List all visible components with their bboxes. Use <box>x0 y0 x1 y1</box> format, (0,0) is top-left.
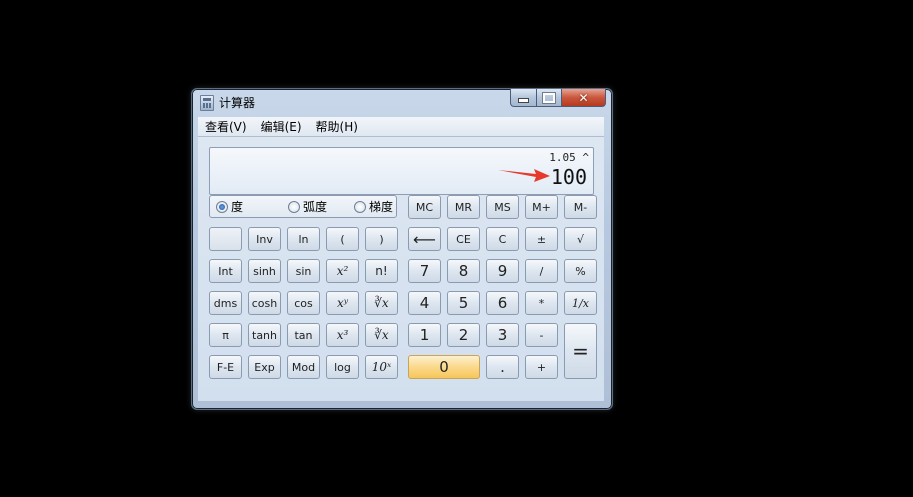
ms-button[interactable]: MS <box>486 195 519 219</box>
window-controls: ✕ <box>510 89 606 107</box>
mc-button[interactable]: MC <box>408 195 441 219</box>
calculator-window: 计算器 ✕ 查看(V) 编辑(E) 帮助(H) 1.05 ^ 100 度 弧度 … <box>191 88 613 410</box>
divide-button[interactable]: / <box>525 259 558 283</box>
equals-button[interactable]: = <box>564 323 597 379</box>
digit-7-button[interactable]: 7 <box>408 259 441 283</box>
c-button[interactable]: C <box>486 227 519 251</box>
percent-button[interactable]: % <box>564 259 597 283</box>
cosh-button[interactable]: cosh <box>248 291 281 315</box>
dms-button[interactable]: dms <box>209 291 242 315</box>
digit-0-button[interactable]: 0 <box>408 355 480 379</box>
close-button[interactable]: ✕ <box>562 89 606 107</box>
digit-5-button[interactable]: 5 <box>447 291 480 315</box>
blank-button <box>209 227 242 251</box>
annotation-arrow-icon <box>498 169 550 182</box>
close-icon: ✕ <box>578 90 589 105</box>
radio-degrees-label: 度 <box>231 200 244 214</box>
maximize-button[interactable] <box>537 89 562 107</box>
maximize-icon <box>542 91 556 104</box>
multiply-button[interactable]: * <box>525 291 558 315</box>
sinh-button[interactable]: sinh <box>248 259 281 283</box>
plus-minus-button[interactable]: ± <box>525 227 558 251</box>
radio-gradians[interactable]: 梯度 <box>354 198 393 215</box>
x-power-y-button[interactable]: xʸ <box>326 291 359 315</box>
digit-2-button[interactable]: 2 <box>447 323 480 347</box>
calculator-body: 1.05 ^ 100 度 弧度 梯度 MC MR MS M+ M- Inv ln… <box>198 137 604 401</box>
expression-display: 1.05 ^ <box>549 151 589 164</box>
sin-button[interactable]: sin <box>287 259 320 283</box>
x-cubed-button[interactable]: x³ <box>326 323 359 347</box>
window-title: 计算器 <box>219 96 256 110</box>
m-plus-button[interactable]: M+ <box>525 195 558 219</box>
decimal-button[interactable]: . <box>486 355 519 379</box>
ln-button[interactable]: ln <box>287 227 320 251</box>
radio-radians[interactable]: 弧度 <box>288 198 354 215</box>
menu-bar: 查看(V) 编辑(E) 帮助(H) <box>198 117 604 137</box>
calculator-icon <box>200 95 214 111</box>
ce-button[interactable]: CE <box>447 227 480 251</box>
m-minus-button[interactable]: M- <box>564 195 597 219</box>
subtract-button[interactable]: - <box>525 323 558 347</box>
pi-button[interactable]: π <box>209 323 242 347</box>
open-paren-button[interactable]: ( <box>326 227 359 251</box>
title-bar[interactable]: 计算器 ✕ <box>192 89 612 114</box>
minimize-button[interactable] <box>510 89 537 107</box>
inv-button[interactable]: Inv <box>248 227 281 251</box>
radio-unselected-icon <box>288 200 300 213</box>
radio-unselected-icon <box>354 200 366 213</box>
ten-power-x-button[interactable]: 10ˣ <box>365 355 398 379</box>
digit-8-button[interactable]: 8 <box>447 259 480 283</box>
sqrt-button[interactable]: √ <box>564 227 597 251</box>
digit-1-button[interactable]: 1 <box>408 323 441 347</box>
menu-edit[interactable]: 编辑(E) <box>254 118 309 135</box>
int-button[interactable]: Int <box>209 259 242 283</box>
y-root-x-button[interactable]: ∛x <box>365 291 398 315</box>
mod-button[interactable]: Mod <box>287 355 320 379</box>
tanh-button[interactable]: tanh <box>248 323 281 347</box>
add-button[interactable]: + <box>525 355 558 379</box>
factorial-button[interactable]: n! <box>365 259 398 283</box>
tan-button[interactable]: tan <box>287 323 320 347</box>
log-button[interactable]: log <box>326 355 359 379</box>
radio-gradians-label: 梯度 <box>369 200 394 214</box>
display-panel: 1.05 ^ 100 <box>209 147 594 195</box>
cos-button[interactable]: cos <box>287 291 320 315</box>
menu-view[interactable]: 查看(V) <box>198 118 254 135</box>
digit-6-button[interactable]: 6 <box>486 291 519 315</box>
backspace-button[interactable]: ⟵ <box>408 227 441 251</box>
radio-degrees[interactable]: 度 <box>216 198 288 215</box>
cube-root-button[interactable]: ∛x <box>365 323 398 347</box>
x-squared-button[interactable]: x² <box>326 259 359 283</box>
exp-button[interactable]: Exp <box>248 355 281 379</box>
digit-3-button[interactable]: 3 <box>486 323 519 347</box>
menu-help[interactable]: 帮助(H) <box>309 118 365 135</box>
minimize-icon <box>518 98 529 103</box>
result-display: 100 <box>550 165 587 189</box>
f-e-button[interactable]: F-E <box>209 355 242 379</box>
mr-button[interactable]: MR <box>447 195 480 219</box>
angle-unit-group: 度 弧度 梯度 <box>209 195 397 218</box>
radio-selected-icon <box>216 200 228 213</box>
reciprocal-button[interactable]: 1/x <box>564 291 597 315</box>
digit-9-button[interactable]: 9 <box>486 259 519 283</box>
close-paren-button[interactable]: ) <box>365 227 398 251</box>
radio-radians-label: 弧度 <box>303 200 328 214</box>
digit-4-button[interactable]: 4 <box>408 291 441 315</box>
